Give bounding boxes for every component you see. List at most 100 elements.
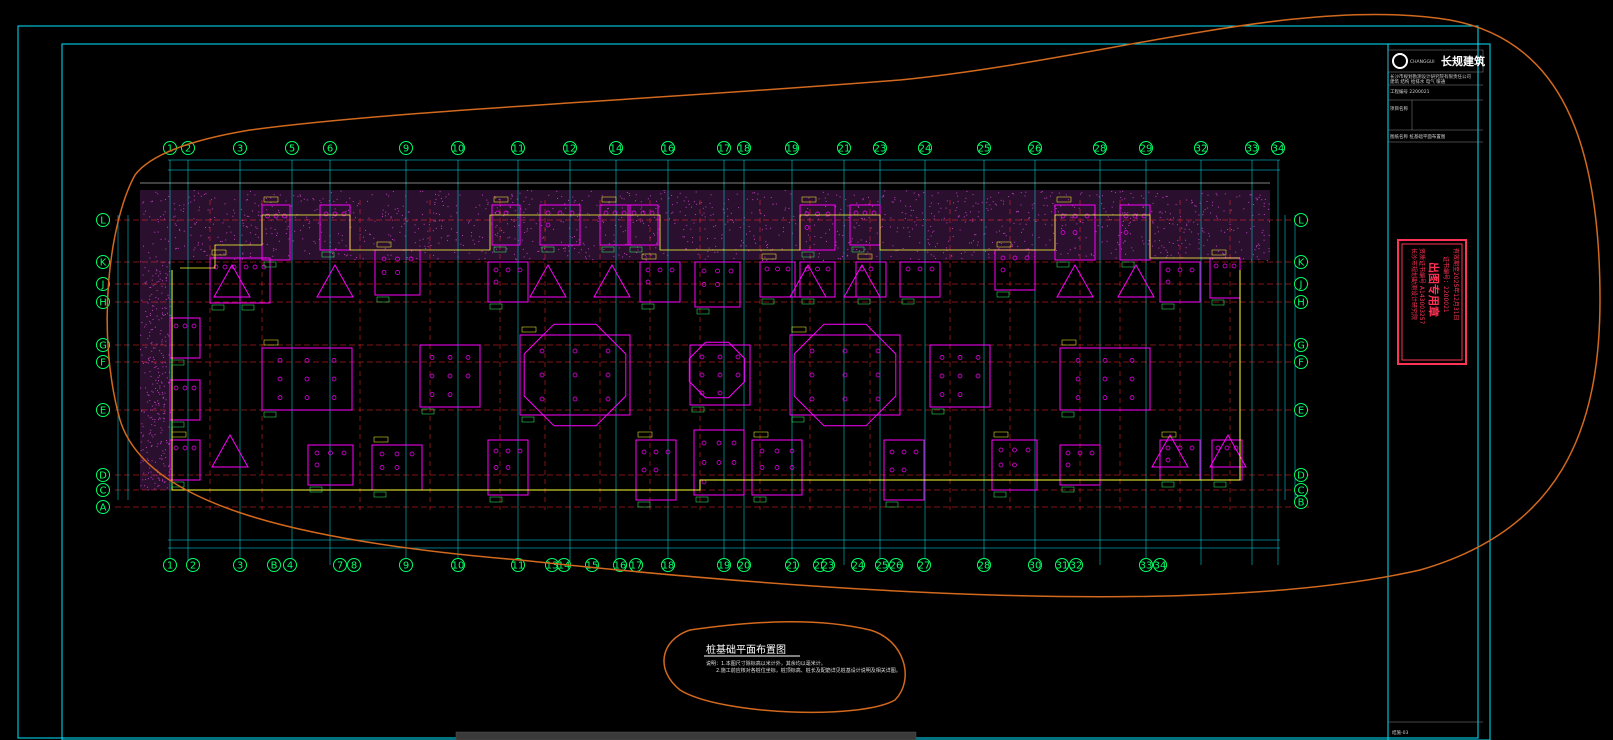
axis-top-9-text: 9 — [403, 144, 409, 155]
axis-bottom-19: 19 — [718, 559, 731, 572]
axis-bottom-9: 9 — [400, 559, 413, 572]
axis-left-K-text: K — [100, 258, 107, 269]
title-block-row-5: 图纸名称 桩基础平面布置图 — [1390, 133, 1446, 140]
axis-bottom-9-text: 9 — [403, 561, 409, 572]
axis-labels-right: LKJHGFEDCB — [1295, 214, 1308, 509]
title-block-row-2: 建筑 结构 给排水 电气 暖通 — [1390, 78, 1446, 85]
axis-top-10-text: 10 — [452, 144, 465, 155]
axis-top-24: 24 — [919, 142, 932, 155]
axis-top-29-text: 29 — [1140, 144, 1153, 155]
viewport-scrollbar[interactable] — [456, 732, 916, 740]
axis-bottom-31: 31 — [1056, 559, 1069, 572]
axis-top-24-text: 24 — [919, 144, 932, 155]
axis-labels-left: L KJH GF E DCA — [97, 214, 110, 514]
axis-top-26-text: 26 — [1029, 144, 1042, 155]
axis-left-E-text: E — [100, 406, 106, 417]
axis-bottom-B-text: B — [271, 561, 278, 572]
company-name: 长规建筑 — [1441, 54, 1485, 68]
approval-stamp: 出图专用章 长沙市规划勘测设计研究院 资质证书编号 A143003257 证书编… — [1398, 240, 1466, 364]
axis-bottom-4-text: 4 — [287, 561, 293, 572]
axis-top-32-text: 32 — [1195, 144, 1208, 155]
title-block-row-4: 项目名称 — [1390, 105, 1408, 112]
title-block: CHANGGUI 长规建筑 长沙市规划勘测设计研究院有限责任公司 建筑 结构 给… — [1388, 50, 1485, 736]
axis-top-32: 32 — [1195, 142, 1208, 155]
title-block-row-3: 工程编号 2200021 — [1390, 88, 1430, 95]
axis-right-J: J — [1295, 278, 1308, 291]
axis-top-16-text: 16 — [662, 144, 675, 155]
axis-bottom-33: 33 — [1140, 559, 1153, 572]
axis-right-E-text: E — [1298, 406, 1304, 417]
axis-bottom-7: 7 — [334, 559, 347, 572]
axis-bottom-21: 21 — [786, 559, 799, 572]
axis-bottom-24: 24 — [852, 559, 865, 572]
axis-left-C: C — [97, 484, 110, 497]
axis-bottom-1: 1 — [164, 559, 177, 572]
axis-left-L-text: L — [100, 216, 106, 227]
axis-top-12: 12 — [564, 142, 577, 155]
axis-left-F-text: F — [100, 358, 106, 369]
stamp-line-3: 证书编号：2200021 — [1442, 256, 1450, 313]
stamp-title: 出图专用章 — [1427, 262, 1441, 317]
axis-bottom-26-text: 26 — [890, 561, 903, 572]
axis-left-C-text: C — [100, 486, 107, 497]
axis-right-L-text: L — [1298, 216, 1304, 227]
axis-right-H-text: H — [1297, 298, 1305, 309]
axis-bottom-14-text: 14 — [558, 561, 571, 572]
axis-top-1-text: 1 — [167, 144, 173, 155]
axis-bottom-25-text: 25 — [876, 561, 889, 572]
axis-top-33: 33 — [1246, 142, 1259, 155]
company-logo-icon — [1393, 54, 1407, 68]
axis-bottom-10-text: 10 — [452, 561, 465, 572]
axis-bottom-30-text: 30 — [1029, 561, 1042, 572]
axis-top-28-text: 28 — [1094, 144, 1107, 155]
axis-bottom-7-text: 7 — [337, 561, 343, 572]
axis-bottom-23: 23 — [822, 559, 835, 572]
axis-left-F: F — [97, 356, 110, 369]
drawing-title: 桩基础平面布置图 — [706, 643, 786, 656]
axis-right-B: B — [1295, 496, 1308, 509]
markup-circle-plan — [107, 14, 1600, 596]
axis-right-C: C — [1295, 484, 1308, 497]
axis-top-17-text: 17 — [718, 144, 731, 155]
axis-top-21: 21 — [838, 142, 851, 155]
axis-bottom-13: 13 — [546, 559, 559, 572]
axis-left-L: L — [97, 214, 110, 227]
axis-right-F-text: F — [1298, 358, 1304, 369]
axis-right-L: L — [1295, 214, 1308, 227]
axis-top-12-text: 12 — [564, 144, 577, 155]
axis-bottom-34: 34 — [1154, 559, 1167, 572]
stamp-line-1: 长沙市规划勘测设计研究院 — [1410, 248, 1418, 320]
axis-top-6: 6 — [324, 142, 337, 155]
axis-top-6-text: 6 — [327, 144, 333, 155]
axis-bottom-27: 27 — [918, 559, 931, 572]
axis-bottom-8: 8 — [348, 559, 361, 572]
axis-bottom-4: 4 — [284, 559, 297, 572]
axis-bottom-1-text: 1 — [167, 561, 173, 572]
axis-top-19-text: 19 — [786, 144, 799, 155]
title-block-row-1: 长沙市规划勘测设计研究院有限责任公司 — [1390, 73, 1471, 80]
axis-bottom-32-text: 32 — [1070, 561, 1083, 572]
drawing-note-1: 说明：1.本图尺寸除标高以米计外，其余均以毫米计。 — [706, 660, 826, 667]
axis-right-G: G — [1295, 339, 1308, 352]
axis-bottom-28: 28 — [978, 559, 991, 572]
axis-bottom-18: 18 — [662, 559, 675, 572]
axis-bottom-23-text: 23 — [822, 561, 835, 572]
axis-right-J-text: J — [1299, 280, 1303, 291]
axis-left-A-text: A — [100, 503, 107, 514]
axis-top-16: 16 — [662, 142, 675, 155]
axis-top-23-text: 23 — [874, 144, 887, 155]
axis-bottom-11-text: 11 — [512, 561, 525, 572]
axis-top-21-text: 21 — [838, 144, 851, 155]
axis-bottom-26: 26 — [890, 559, 903, 572]
axis-bottom-17-text: 17 — [630, 561, 643, 572]
axis-left-E: E — [97, 404, 110, 417]
axis-bottom-B: B — [268, 559, 281, 572]
axis-top-18-text: 18 — [738, 144, 751, 155]
stamp-line-2: 资质证书编号 A143003257 — [1418, 248, 1426, 325]
axis-bottom-21-text: 21 — [786, 561, 799, 572]
cad-drawing-canvas: 1 2 3 5 6 9 10 11 12 14 16 17 18 19 21 23 24 25 26 28 29 32 33… — [0, 0, 1613, 740]
axis-right-F: F — [1295, 356, 1308, 369]
axis-bottom-15-text: 15 — [586, 561, 599, 572]
axis-bottom-15: 15 — [586, 559, 599, 572]
axis-top-25: 25 — [978, 142, 991, 155]
